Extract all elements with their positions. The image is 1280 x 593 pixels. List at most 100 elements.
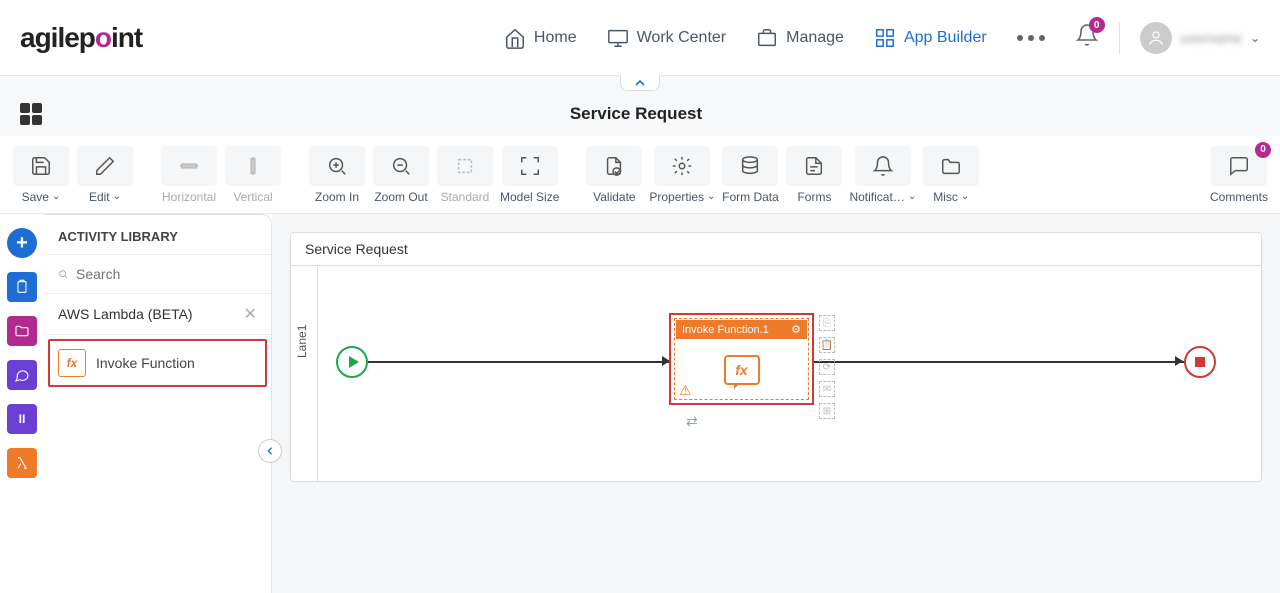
misc-button[interactable]: Misc⌄ xyxy=(922,142,980,208)
zoom-in-button[interactable]: Zoom In xyxy=(308,142,366,208)
nav-manage[interactable]: Manage xyxy=(756,27,844,49)
header-right: 0 username ⌄ xyxy=(1075,22,1260,54)
toolbar: Save⌄ Edit⌄ Horizontal Vertical Zoom In … xyxy=(0,136,1280,214)
handle-copy[interactable]: ⎘ xyxy=(819,315,835,331)
folder-icon xyxy=(940,155,962,177)
main-nav: Home Work Center Manage App Builder xyxy=(504,27,1045,49)
chevron-left-icon xyxy=(265,446,275,456)
lambda-icon xyxy=(14,455,30,471)
edit-button[interactable]: Edit⌄ xyxy=(76,142,134,208)
comments-button[interactable]: 0 Comments xyxy=(1210,142,1268,208)
end-node[interactable] xyxy=(1184,346,1216,378)
handle-mail[interactable]: ✉ xyxy=(819,381,835,397)
nav-app-builder[interactable]: App Builder xyxy=(874,27,987,49)
properties-label: Properties xyxy=(649,190,704,204)
text-button[interactable]: II xyxy=(7,404,37,434)
clipboard-button[interactable] xyxy=(7,272,37,302)
handle-paste[interactable]: 📋 xyxy=(819,337,835,353)
horizontal-button[interactable]: Horizontal xyxy=(160,142,218,208)
nav-work-center-label: Work Center xyxy=(637,29,727,47)
chevron-down-icon: ⌄ xyxy=(908,191,916,202)
activity-invoke-function[interactable]: fx Invoke Function xyxy=(48,339,267,387)
apps-grid-button[interactable] xyxy=(20,103,42,125)
notifications-button[interactable]: 0 xyxy=(1075,23,1099,52)
comments-label: Comments xyxy=(1210,190,1268,204)
folder-nav-button[interactable] xyxy=(7,316,37,346)
main-content: + II ACTIVITY LIBRARY AWS Lambda (BETA) … xyxy=(0,214,1280,593)
model-size-button[interactable]: Model Size xyxy=(500,142,559,208)
chevron-down-icon: ⌄ xyxy=(52,191,60,202)
notification-badge: 0 xyxy=(1089,17,1105,33)
task-invoke-function[interactable]: Invoke Function.1 ⚙ fx ⚠ xyxy=(669,313,814,405)
nav-home[interactable]: Home xyxy=(504,27,577,49)
chevron-down-icon: ⌄ xyxy=(961,191,969,202)
lambda-button[interactable] xyxy=(7,448,37,478)
handle-link[interactable]: ⟳ xyxy=(819,359,835,375)
gear-icon[interactable]: ⚙ xyxy=(791,323,801,336)
vertical-label: Vertical xyxy=(233,190,272,204)
divider xyxy=(1119,22,1120,54)
database-icon xyxy=(739,155,761,177)
canvas-title: Service Request xyxy=(291,233,1261,266)
logo: agilepoint xyxy=(20,22,142,54)
warning-icon[interactable]: ⚠ xyxy=(679,382,692,399)
nav-more[interactable] xyxy=(1017,35,1045,41)
zoom-in-label: Zoom In xyxy=(315,190,359,204)
handle-tree[interactable]: ⊞ xyxy=(819,403,835,419)
briefcase-icon xyxy=(756,27,778,49)
start-node[interactable] xyxy=(336,346,368,378)
user-menu[interactable]: username ⌄ xyxy=(1140,22,1260,54)
form-data-button[interactable]: Form Data xyxy=(721,142,779,208)
add-button[interactable]: + xyxy=(7,228,37,258)
validate-icon xyxy=(603,155,625,177)
save-icon xyxy=(30,155,52,177)
zoom-out-button[interactable]: Zoom Out xyxy=(372,142,430,208)
properties-button[interactable]: Properties⌄ xyxy=(649,142,715,208)
validate-button[interactable]: Validate xyxy=(585,142,643,208)
library-category[interactable]: AWS Lambda (BETA) ✕ xyxy=(44,294,271,335)
nav-manage-label: Manage xyxy=(786,29,844,47)
standard-button[interactable]: Standard xyxy=(436,142,494,208)
edit-icon xyxy=(94,155,116,177)
page-title: Service Request xyxy=(570,104,732,124)
standard-label: Standard xyxy=(441,190,490,204)
comments-badge: 0 xyxy=(1255,142,1271,158)
library-search[interactable] xyxy=(44,255,271,294)
user-icon xyxy=(1147,29,1165,47)
process-canvas[interactable]: Service Request Lane1 Invoke Function.1 … xyxy=(290,232,1262,482)
task-side-handles: ⎘ 📋 ⟳ ✉ ⊞ xyxy=(819,315,835,419)
forms-button[interactable]: Forms xyxy=(785,142,843,208)
nav-work-center[interactable]: Work Center xyxy=(607,27,727,49)
activity-label: Invoke Function xyxy=(96,355,195,371)
fx-icon: fx xyxy=(58,349,86,377)
misc-label: Misc xyxy=(933,190,958,204)
chevron-up-icon xyxy=(634,79,646,87)
fullscreen-icon xyxy=(519,155,541,177)
task-header: Invoke Function.1 ⚙ xyxy=(676,320,807,339)
title-bar: Service Request xyxy=(0,92,1280,136)
canvas-area[interactable]: Service Request Lane1 Invoke Function.1 … xyxy=(272,214,1280,593)
save-label: Save xyxy=(22,190,49,204)
save-button[interactable]: Save⌄ xyxy=(12,142,70,208)
panel-collapse-toggle[interactable] xyxy=(258,439,282,463)
chat-button[interactable] xyxy=(7,360,37,390)
chevron-down-icon: ⌄ xyxy=(1250,31,1260,45)
zoom-out-label: Zoom Out xyxy=(374,190,427,204)
close-icon[interactable]: ✕ xyxy=(244,304,257,324)
chevron-down-icon: ⌄ xyxy=(707,191,715,202)
lane-separator xyxy=(317,267,318,481)
category-label: AWS Lambda (BETA) xyxy=(58,306,193,322)
arrow-icon xyxy=(1175,356,1183,366)
edit-label: Edit xyxy=(89,190,110,204)
swap-handle[interactable]: ⇄ xyxy=(686,413,698,430)
notifications-button-toolbar[interactable]: Notificat…⌄ xyxy=(849,142,916,208)
lane-label[interactable]: Lane1 xyxy=(295,325,309,358)
header-collapse-toggle[interactable] xyxy=(620,75,660,91)
search-input[interactable] xyxy=(76,266,257,282)
folder-icon xyxy=(14,323,30,339)
chat-icon xyxy=(14,367,30,383)
activity-library-panel: ACTIVITY LIBRARY AWS Lambda (BETA) ✕ fx … xyxy=(44,214,272,593)
vertical-button[interactable]: Vertical xyxy=(224,142,282,208)
standard-icon xyxy=(454,155,476,177)
model-size-label: Model Size xyxy=(500,190,559,204)
